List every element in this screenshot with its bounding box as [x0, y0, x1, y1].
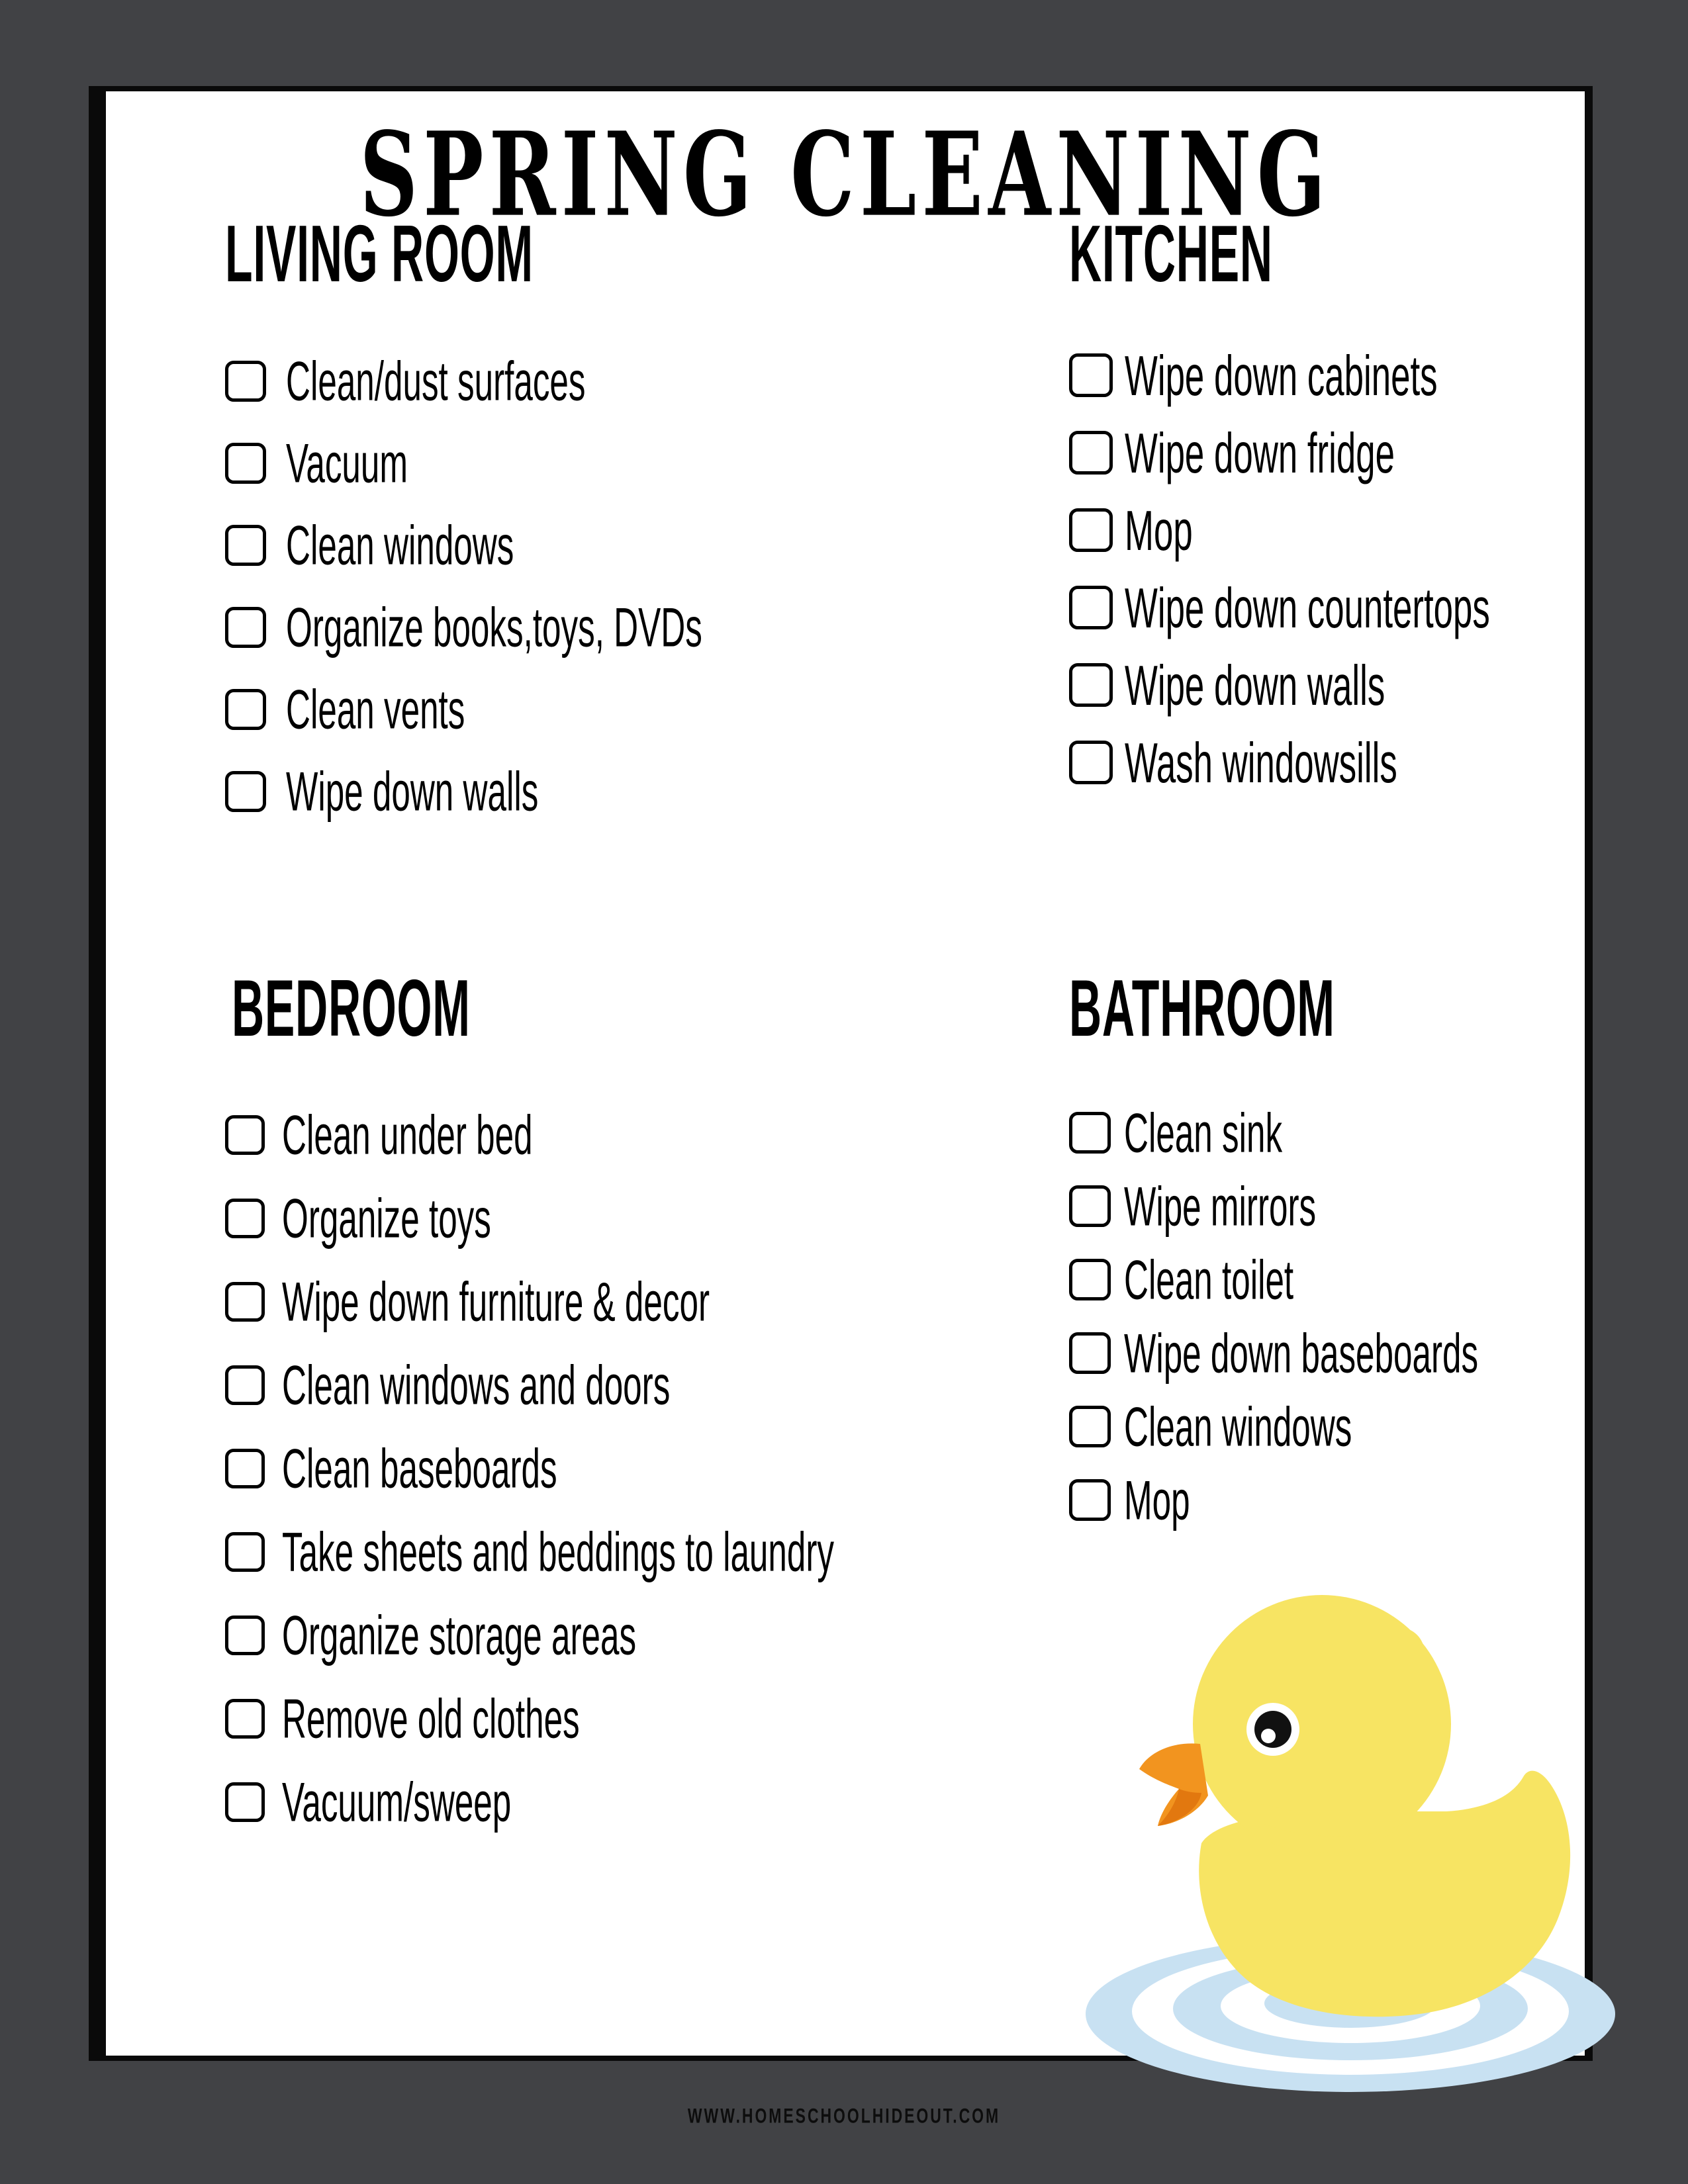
list-item-label: Mop: [1125, 498, 1193, 562]
checkbox-icon[interactable]: [1069, 740, 1113, 784]
list-item[interactable]: Wash windowsills: [1069, 723, 1585, 801]
section-heading-bathroom: BATHROOM: [1069, 964, 1335, 1054]
checkbox-icon[interactable]: [1069, 508, 1113, 552]
checkbox-icon[interactable]: [1069, 1406, 1111, 1447]
checkbox-icon[interactable]: [1069, 1185, 1111, 1227]
list-item[interactable]: Organize storage areas: [225, 1594, 1006, 1677]
checkbox-icon[interactable]: [225, 361, 266, 402]
section-heading-kitchen: KITCHEN: [1069, 209, 1273, 299]
checklist-kitchen: Wipe down cabinets Wipe down fridge Mop …: [1069, 336, 1585, 801]
list-item[interactable]: Organize toys: [225, 1177, 1006, 1260]
list-item[interactable]: Wipe down fridge: [1069, 414, 1585, 491]
checkbox-icon[interactable]: [225, 1699, 265, 1739]
list-item-label: Wash windowsills: [1125, 730, 1397, 794]
list-item-label: Wipe down baseboards: [1124, 1322, 1479, 1385]
list-item-label: Clean windows and doors: [282, 1354, 671, 1416]
list-item[interactable]: Clean under bed: [225, 1093, 1006, 1177]
checkbox-icon[interactable]: [1069, 662, 1113, 707]
list-item-label: Wipe down countertops: [1125, 575, 1490, 639]
list-item[interactable]: Remove old clothes: [225, 1677, 1006, 1760]
list-item-label: Clean windows: [1124, 1395, 1352, 1458]
checklist-living-room: Clean/dust surfaces Vacuum Clean windows…: [225, 340, 1006, 833]
list-item-label: Clean under bed: [282, 1104, 533, 1166]
checkbox-icon[interactable]: [1069, 1479, 1111, 1521]
list-item[interactable]: Mop: [1069, 1463, 1585, 1537]
list-item-label: Organize books,toys, DVDs: [286, 596, 702, 659]
checklist-bedroom: Clean under bed Organize toys Wipe down …: [225, 1093, 1006, 1844]
list-item[interactable]: Clean windows and doors: [225, 1343, 1006, 1427]
list-item[interactable]: Wipe mirrors: [1069, 1169, 1585, 1243]
checkbox-icon[interactable]: [1069, 1332, 1111, 1374]
section-kitchen: KITCHEN Wipe down cabinets Wipe down fri…: [1069, 214, 1585, 801]
list-item[interactable]: Clean toilet: [1069, 1243, 1585, 1316]
checkbox-icon[interactable]: [225, 771, 266, 812]
list-item-label: Organize toys: [282, 1187, 491, 1250]
list-item-label: Clean baseboards: [282, 1437, 557, 1500]
list-item[interactable]: Wipe down countertops: [1069, 569, 1585, 646]
list-item-label: Wipe mirrors: [1124, 1175, 1317, 1238]
checkbox-icon[interactable]: [225, 525, 266, 566]
section-heading-living-room: LIVING ROOM: [225, 209, 534, 299]
list-item-label: Clean windows: [286, 514, 514, 576]
list-item[interactable]: Organize books,toys, DVDs: [225, 586, 1006, 668]
checkbox-icon[interactable]: [225, 1365, 265, 1405]
list-item-label: Wipe down walls: [1125, 653, 1385, 717]
checkbox-icon[interactable]: [225, 1199, 265, 1238]
checkbox-icon[interactable]: [1069, 430, 1113, 475]
list-item[interactable]: Clean windows: [1069, 1390, 1585, 1463]
section-bathroom: BATHROOM Clean sink Wipe mirrors Clean t…: [1069, 968, 1585, 1537]
paper-surface: SPRING CLEANING LIVING ROOM Clean/dust s…: [106, 91, 1585, 2056]
list-item[interactable]: Wipe down furniture & decor: [225, 1260, 1006, 1343]
checkbox-icon[interactable]: [225, 689, 266, 730]
checkbox-icon[interactable]: [1069, 1259, 1111, 1300]
list-item[interactable]: Clean windows: [225, 504, 1006, 586]
list-item-label: Clean toilet: [1124, 1248, 1294, 1311]
printable-page: SPRING CLEANING LIVING ROOM Clean/dust s…: [89, 86, 1593, 2061]
list-item[interactable]: Clean sink: [1069, 1096, 1585, 1169]
list-item[interactable]: Take sheets and beddings to laundry: [225, 1510, 1006, 1594]
list-item-label: Wipe down furniture & decor: [282, 1271, 710, 1333]
section-living-room: LIVING ROOM Clean/dust surfaces Vacuum C…: [225, 214, 1006, 833]
section-heading-bedroom: BEDROOM: [232, 964, 471, 1054]
checkbox-icon[interactable]: [225, 1282, 265, 1322]
checkbox-icon[interactable]: [1069, 353, 1113, 397]
list-item-label: Vacuum: [286, 432, 408, 494]
list-item-label: Wipe down walls: [286, 760, 539, 823]
list-item[interactable]: Clean/dust surfaces: [225, 340, 1006, 422]
checkbox-icon[interactable]: [225, 1115, 265, 1155]
checkbox-icon[interactable]: [225, 1532, 265, 1572]
section-bedroom: BEDROOM Clean under bed Organize toys Wi…: [225, 968, 1006, 1844]
list-item-label: Mop: [1124, 1469, 1190, 1531]
checkbox-icon[interactable]: [225, 1615, 265, 1655]
checkbox-icon[interactable]: [1069, 585, 1113, 629]
checkbox-icon[interactable]: [225, 1782, 265, 1822]
checkbox-icon[interactable]: [225, 607, 266, 648]
checkbox-icon[interactable]: [1069, 1112, 1111, 1154]
list-item[interactable]: Clean vents: [225, 668, 1006, 751]
list-item[interactable]: Wipe down baseboards: [1069, 1316, 1585, 1390]
list-item[interactable]: Vacuum/sweep: [225, 1760, 1006, 1844]
list-item[interactable]: Mop: [1069, 491, 1585, 569]
list-item-label: Vacuum/sweep: [282, 1771, 512, 1833]
checklist-bathroom: Clean sink Wipe mirrors Clean toilet Wip…: [1069, 1096, 1585, 1537]
list-item[interactable]: Wipe down cabinets: [1069, 336, 1585, 414]
list-item[interactable]: Wipe down walls: [1069, 646, 1585, 723]
list-item-label: Organize storage areas: [282, 1604, 637, 1666]
list-item-label: Clean/dust surfaces: [286, 350, 586, 412]
checkbox-icon[interactable]: [225, 443, 266, 484]
list-item-label: Wipe down cabinets: [1125, 343, 1438, 407]
list-item[interactable]: Vacuum: [225, 422, 1006, 504]
list-item-label: Remove old clothes: [282, 1688, 580, 1750]
list-item-label: Clean vents: [286, 678, 465, 741]
checkbox-icon[interactable]: [225, 1449, 265, 1488]
footer-url: WWW.HOMESCHOOLHIDEOUT.COM: [687, 2104, 1001, 2128]
list-item-label: Wipe down fridge: [1125, 420, 1395, 484]
list-item-label: Clean sink: [1124, 1101, 1283, 1164]
list-item-label: Take sheets and beddings to laundry: [282, 1521, 834, 1583]
list-item[interactable]: Clean baseboards: [225, 1427, 1006, 1510]
list-item[interactable]: Wipe down walls: [225, 751, 1006, 833]
